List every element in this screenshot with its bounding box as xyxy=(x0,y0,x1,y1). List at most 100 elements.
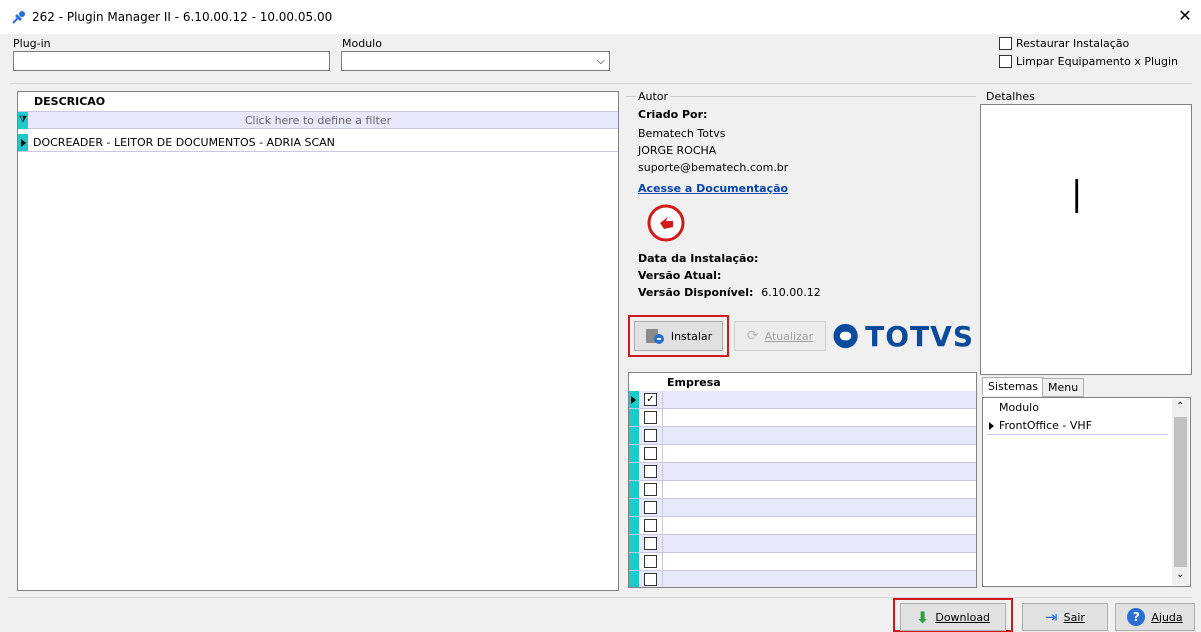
row-indicator xyxy=(629,463,639,480)
app-pin-icon xyxy=(11,9,27,25)
atualizar-button[interactable]: ⟳ Atualizar xyxy=(734,321,826,351)
download-button[interactable]: ⬇ Download xyxy=(900,603,1006,631)
modulo-column-header[interactable]: Modulo xyxy=(999,401,1039,414)
scroll-down-icon[interactable]: ⌄ xyxy=(1176,569,1184,580)
data-instalacao-label: Data da Instalação: xyxy=(638,252,759,265)
empresa-checkbox[interactable] xyxy=(644,483,657,496)
atualizar-label: Atualizar xyxy=(764,329,814,343)
totvs-logo-icon xyxy=(833,323,858,349)
instalar-button[interactable]: Instalar xyxy=(634,321,723,351)
empresa-checkbox[interactable] xyxy=(644,465,657,478)
table-row[interactable] xyxy=(629,445,976,463)
detalhes-panel[interactable]: | xyxy=(980,104,1192,375)
column-divider xyxy=(662,463,663,480)
table-row[interactable] xyxy=(629,499,976,517)
ajuda-button[interactable]: ? Ajuda xyxy=(1115,603,1195,631)
autor-company: Bematech Totvs xyxy=(638,127,726,140)
empresa-checkbox[interactable] xyxy=(644,447,657,460)
modulo-select[interactable]: ⌵ xyxy=(341,51,610,71)
plugin-grid[interactable]: DESCRICAO ⧩ Click here to define a filte… xyxy=(17,91,619,591)
empresa-checkbox[interactable] xyxy=(644,519,657,532)
filter-hint: Click here to define a filter xyxy=(244,114,392,127)
empresa-checkbox[interactable] xyxy=(644,411,657,424)
empresa-column-header[interactable]: Empresa xyxy=(667,376,721,389)
table-row[interactable] xyxy=(629,427,976,445)
row-indicator xyxy=(629,427,639,444)
column-divider xyxy=(662,499,663,516)
empresa-checkbox[interactable] xyxy=(644,429,657,442)
filter-row[interactable]: ⧩ Click here to define a filter xyxy=(18,111,618,129)
table-row[interactable]: DOCREADER - LEITOR DE DOCUMENTOS - ADRIA… xyxy=(18,134,618,152)
row-indicator xyxy=(629,535,639,552)
exit-door-icon: ⇥ xyxy=(1045,608,1058,626)
modulo-row-name: FrontOffice - VHF xyxy=(999,419,1093,432)
column-divider xyxy=(662,481,663,498)
plugin-label: Plug-in xyxy=(13,37,51,50)
current-row-arrow-icon xyxy=(21,139,26,147)
vertical-scrollbar[interactable]: ⌃ ⌄ xyxy=(1172,399,1189,585)
table-row[interactable] xyxy=(629,517,976,535)
modulo-grid[interactable]: Modulo FrontOffice - VHF ⌃ ⌄ xyxy=(982,397,1191,587)
table-row[interactable] xyxy=(629,409,976,427)
row-indicator xyxy=(629,553,639,570)
limpar-checkbox[interactable] xyxy=(999,55,1012,68)
doc-link[interactable]: Acesse a Documentação xyxy=(638,182,788,195)
versao-disponivel-label: Versão Disponível: 6.10.00.12 xyxy=(638,286,821,299)
tab-sistemas[interactable]: Sistemas xyxy=(982,377,1045,396)
table-row[interactable] xyxy=(629,535,976,553)
restaurar-checkbox[interactable] xyxy=(999,37,1012,50)
chevron-down-icon: ⌵ xyxy=(596,54,605,67)
scroll-up-icon[interactable]: ⌃ xyxy=(1176,401,1184,412)
table-row[interactable] xyxy=(629,481,976,499)
close-icon[interactable]: ✕ xyxy=(1176,7,1194,25)
column-divider xyxy=(662,445,663,462)
table-row[interactable] xyxy=(629,571,976,587)
table-row[interactable]: ✓ xyxy=(629,391,976,409)
criado-por-label: Criado Por: xyxy=(638,108,708,121)
table-row[interactable] xyxy=(629,463,976,481)
limpar-checkbox-row[interactable]: Limpar Equipamento x Plugin xyxy=(999,55,1178,68)
column-divider xyxy=(662,427,663,444)
download-arrow-icon: ⬇ xyxy=(915,607,930,627)
versao-disponivel-value: 6.10.00.12 xyxy=(761,286,821,299)
row-indicator xyxy=(629,517,639,534)
row-indicator xyxy=(629,499,639,516)
filter-separator xyxy=(10,83,1192,84)
download-label: Download xyxy=(935,610,991,624)
refresh-icon: ⟳ xyxy=(746,328,759,344)
sair-label: Sair xyxy=(1063,610,1085,624)
autor-email: suporte@bematech.com.br xyxy=(638,161,789,174)
column-divider xyxy=(662,535,663,552)
scrollbar-thumb[interactable] xyxy=(1174,417,1187,567)
versao-atual-label: Versão Atual: xyxy=(638,269,722,282)
plugin-input[interactable] xyxy=(13,51,330,71)
descricao-column-header[interactable]: DESCRICAO xyxy=(34,95,105,108)
table-row[interactable] xyxy=(629,553,976,571)
empresa-checkbox[interactable]: ✓ xyxy=(644,393,657,406)
window-title: 262 - Plugin Manager II - 6.10.00.12 - 1… xyxy=(32,10,333,24)
empresa-checkbox[interactable] xyxy=(644,555,657,568)
empresa-checkbox[interactable] xyxy=(644,573,657,586)
instalar-label: Instalar xyxy=(670,329,713,343)
restaurar-label: Restaurar Instalação xyxy=(1016,37,1130,50)
column-divider xyxy=(662,571,663,587)
empresa-grid[interactable]: Empresa ✓ xyxy=(628,372,977,588)
column-divider xyxy=(662,409,663,426)
empresa-checkbox[interactable] xyxy=(644,501,657,514)
detalhes-text: | xyxy=(1071,174,1083,214)
modulo-label: Modulo xyxy=(342,37,382,50)
tab-menu[interactable]: Menu xyxy=(1042,378,1085,397)
autor-person: JORGE ROCHA xyxy=(638,144,717,157)
install-box-icon xyxy=(645,327,665,345)
sair-button[interactable]: ⇥ Sair xyxy=(1022,603,1108,631)
table-row[interactable]: FrontOffice - VHF xyxy=(987,418,1168,435)
hand-pointer-icon[interactable] xyxy=(646,203,686,243)
restaurar-checkbox-row[interactable]: Restaurar Instalação xyxy=(999,37,1129,50)
column-divider xyxy=(662,517,663,534)
help-icon: ? xyxy=(1127,608,1146,626)
current-row-arrow-icon xyxy=(989,422,994,430)
empresa-checkbox[interactable] xyxy=(644,537,657,550)
ajuda-label: Ajuda xyxy=(1151,610,1183,624)
current-row-arrow-icon xyxy=(631,396,636,404)
row-indicator xyxy=(629,481,639,498)
